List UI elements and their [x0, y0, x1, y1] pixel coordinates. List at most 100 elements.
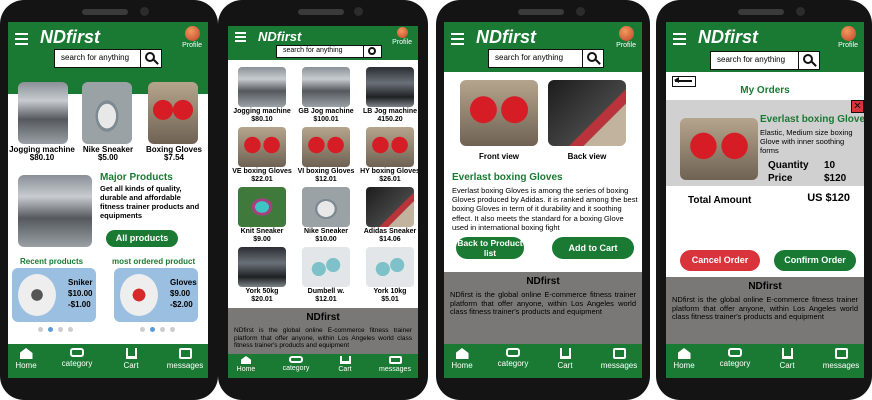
product-name: GB Jog machine — [298, 108, 354, 115]
phone-product: NDfirst Profile search for anything Fron… — [436, 0, 650, 400]
profile-label: Profile — [392, 39, 412, 46]
back-view-label: Back view — [567, 152, 607, 161]
nav-messages[interactable]: messages — [816, 348, 864, 370]
price-value: $120 — [824, 173, 847, 184]
search-bar[interactable]: search for anything — [488, 49, 604, 68]
search-input[interactable]: search for anything — [283, 47, 343, 54]
add-to-cart-button[interactable]: Add to Cart — [552, 237, 634, 259]
nav-home[interactable]: Home — [444, 348, 487, 370]
front-view-image[interactable] — [460, 80, 538, 146]
back-to-list-button[interactable]: Back to Product list — [456, 237, 524, 259]
product-image — [302, 187, 350, 227]
product-image[interactable] — [18, 82, 68, 144]
carousel-dot[interactable] — [160, 327, 165, 332]
nav-messages[interactable]: messages — [370, 356, 418, 373]
product-card[interactable]: Boxing Gloves $7.54 — [140, 146, 208, 162]
avatar-icon — [396, 27, 408, 38]
nav-cart[interactable]: Cart — [540, 348, 590, 370]
nav-category[interactable]: category — [488, 348, 538, 368]
carousel-dot[interactable] — [170, 327, 175, 332]
nav-label: category — [61, 359, 93, 368]
category-item[interactable]: York 50kg $20.01 — [234, 247, 290, 305]
menu-icon[interactable] — [15, 33, 28, 45]
product-image — [302, 247, 350, 287]
all-products-button[interactable]: All products — [106, 230, 178, 247]
product-price: $26.01 — [379, 176, 401, 183]
product-card[interactable]: Nike Sneaker $5.00 — [76, 146, 140, 162]
back-view-image[interactable] — [548, 80, 626, 146]
nav-cart[interactable]: Cart — [762, 348, 812, 370]
product-name: York 10kg — [373, 288, 407, 295]
search-button[interactable] — [798, 52, 819, 69]
nav-cart[interactable]: Cart — [106, 348, 156, 370]
category-icon — [70, 348, 84, 357]
category-item[interactable]: York 10kg $5.01 — [362, 247, 418, 305]
profile-button[interactable]: Profile — [838, 26, 858, 49]
profile-button[interactable]: Profile — [616, 26, 636, 49]
profile-button[interactable]: Profile — [182, 26, 202, 49]
carousel-dot[interactable] — [140, 327, 145, 332]
nav-messages[interactable]: messages — [160, 348, 208, 370]
product-image — [302, 67, 350, 107]
orders-screen: NDfirst Profile search for anything My O… — [666, 22, 864, 378]
search-button[interactable] — [582, 50, 603, 67]
product-price: 4150.20 — [377, 116, 403, 123]
category-item[interactable]: Knit Sneaker $9.00 — [234, 187, 290, 245]
nav-home[interactable]: Home — [666, 348, 709, 370]
nav-category[interactable]: category — [271, 356, 321, 372]
carousel-dot[interactable] — [58, 327, 63, 332]
most-ordered-card[interactable]: Gloves $9.00 -$2.00 — [114, 268, 198, 322]
category-item[interactable]: Dumbell w. $12.01 — [298, 247, 354, 305]
carousel-dot[interactable] — [48, 327, 53, 332]
search-bar[interactable]: search for anything — [276, 45, 382, 58]
nav-cart[interactable]: Cart — [320, 356, 370, 373]
product-name: Nike Sneaker — [304, 228, 348, 235]
phone-category: NDfirst Profile search for anything Jogg… — [218, 0, 428, 400]
product-image[interactable] — [148, 82, 198, 144]
confirm-order-button[interactable]: Confirm Order — [774, 250, 856, 271]
category-item[interactable]: Nike Sneaker $10.00 — [298, 187, 354, 245]
carousel-dot[interactable] — [68, 327, 73, 332]
product-image — [366, 187, 414, 227]
search-button[interactable] — [140, 50, 161, 67]
category-item[interactable]: VE boxing Gloves $22.01 — [232, 127, 292, 185]
nav-home[interactable]: Home — [8, 348, 51, 370]
search-button[interactable] — [363, 46, 381, 57]
nav-home[interactable]: Home — [228, 356, 271, 373]
product-name: Knit Sneaker — [240, 228, 284, 235]
footer-title: NDfirst — [306, 312, 340, 323]
category-item[interactable]: Adidas Sneaker $14.06 — [362, 187, 418, 245]
menu-icon[interactable] — [235, 32, 246, 42]
footer-text: NDfirst is the global online E-commerce … — [450, 290, 636, 316]
menu-icon[interactable] — [673, 33, 686, 45]
carousel-dot[interactable] — [38, 327, 43, 332]
search-input[interactable]: search for anything — [717, 55, 785, 64]
category-item[interactable]: HY boxing Gloves $26.01 — [360, 127, 418, 185]
product-price: $100.01 — [313, 116, 339, 123]
nav-messages[interactable]: messages — [594, 348, 642, 370]
search-input[interactable]: search for anything — [61, 53, 129, 62]
carousel-dot[interactable] — [150, 327, 155, 332]
cancel-order-button[interactable]: Cancel Order — [680, 250, 760, 271]
nav-category[interactable]: category — [710, 348, 760, 368]
product-card[interactable]: Jogging machine $80.10 — [8, 146, 76, 162]
category-icon — [728, 348, 742, 357]
category-icon — [289, 356, 303, 363]
category-item[interactable]: Jogging machine $80.10 — [233, 67, 291, 125]
category-item[interactable]: GB Jog machine $100.01 — [298, 67, 354, 125]
profile-button[interactable]: Profile — [392, 27, 412, 46]
product-image[interactable] — [82, 82, 132, 144]
recent-products-label: Recent products — [20, 257, 84, 266]
remove-item-icon[interactable]: ✕ — [851, 100, 864, 113]
search-input[interactable]: search for anything — [495, 53, 563, 62]
recent-product-card[interactable]: Sniker $10.00 -$1.00 — [12, 268, 96, 322]
nav-category[interactable]: category — [52, 348, 102, 368]
product-image — [238, 67, 286, 107]
search-bar[interactable]: search for anything — [710, 51, 820, 70]
search-bar[interactable]: search for anything — [54, 49, 162, 68]
category-item[interactable]: VI boxing Gloves $12.01 — [298, 127, 354, 185]
avatar-icon — [184, 26, 200, 41]
promo-text: Get all kinds of quality, durable and af… — [100, 184, 200, 220]
category-item[interactable]: LB Jog machine 4150.20 — [362, 67, 418, 125]
menu-icon[interactable] — [451, 33, 464, 45]
